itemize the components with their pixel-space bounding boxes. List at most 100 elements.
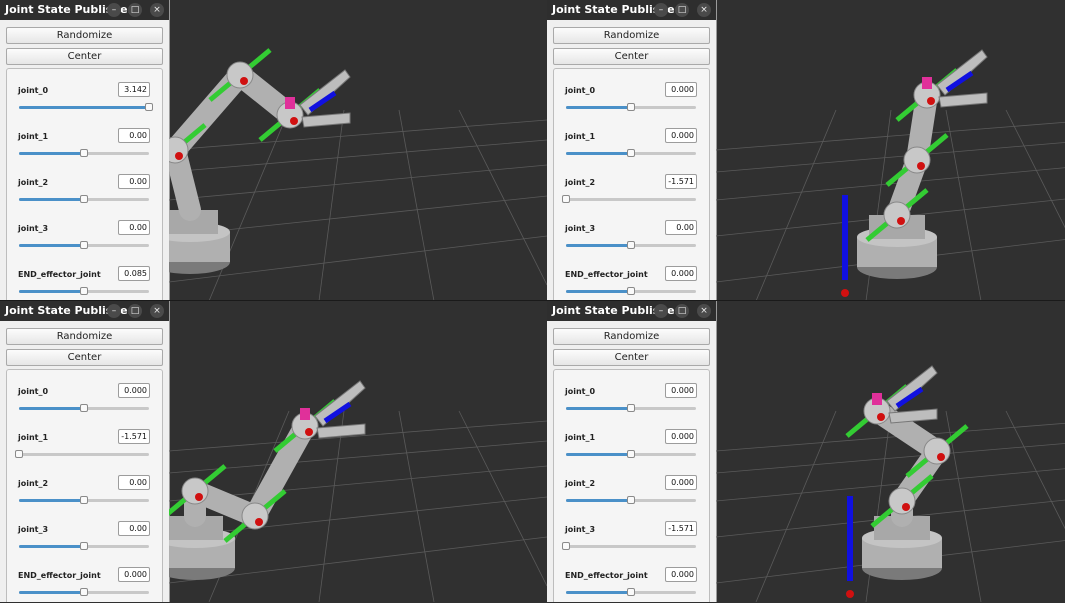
joint-value-field[interactable]: 0.000 bbox=[665, 128, 697, 143]
joint-value-field[interactable]: 0.00 bbox=[118, 475, 150, 490]
center-button[interactable]: Center bbox=[553, 48, 710, 65]
joint-value-field[interactable]: 0.085 bbox=[118, 266, 150, 281]
joint-slider[interactable] bbox=[15, 450, 149, 458]
slider-handle[interactable] bbox=[15, 450, 23, 458]
joint-slider[interactable] bbox=[19, 287, 149, 295]
slider-handle[interactable] bbox=[562, 542, 570, 550]
joint-value-field[interactable]: -1.571 bbox=[118, 429, 150, 444]
slider-handle[interactable] bbox=[80, 149, 88, 157]
rviz-3d-viewport[interactable] bbox=[169, 301, 547, 602]
minimize-icon[interactable]: – bbox=[654, 304, 668, 318]
slider-handle[interactable] bbox=[80, 287, 88, 295]
close-icon[interactable]: × bbox=[150, 304, 164, 318]
slider-handle[interactable] bbox=[627, 450, 635, 458]
randomize-button[interactable]: Randomize bbox=[6, 328, 163, 345]
joint-slider[interactable] bbox=[566, 241, 696, 249]
maximize-icon[interactable]: □ bbox=[675, 304, 689, 318]
x-axis-marker-2 bbox=[305, 428, 313, 436]
joint-row-joint_1: joint_1 0.00 bbox=[7, 128, 162, 168]
joint-slider[interactable] bbox=[19, 588, 149, 596]
joint-value-field[interactable]: 0.00 bbox=[118, 220, 150, 235]
joint-slider[interactable] bbox=[562, 542, 696, 550]
joint-slider[interactable] bbox=[566, 496, 696, 504]
minimize-icon[interactable]: – bbox=[107, 304, 121, 318]
joint-row-joint_1: joint_1 0.000 bbox=[554, 128, 709, 168]
joint-slider[interactable] bbox=[566, 287, 696, 295]
maximize-icon[interactable]: □ bbox=[128, 3, 142, 17]
window-titlebar[interactable]: Joint State Publisher – □ × bbox=[0, 0, 169, 20]
slider-handle[interactable] bbox=[627, 588, 635, 596]
joint-value-field[interactable]: 0.000 bbox=[665, 429, 697, 444]
joint-accent bbox=[300, 408, 310, 420]
minimize-icon[interactable]: – bbox=[107, 3, 121, 17]
joint-value-field[interactable]: 0.00 bbox=[665, 220, 697, 235]
joint-value-field[interactable]: 0.00 bbox=[118, 174, 150, 189]
joint-value-field[interactable]: 0.000 bbox=[118, 567, 150, 582]
randomize-button[interactable]: Randomize bbox=[553, 328, 710, 345]
slider-handle[interactable] bbox=[80, 542, 88, 550]
slider-handle[interactable] bbox=[80, 496, 88, 504]
slider-handle[interactable] bbox=[80, 588, 88, 596]
slider-fill bbox=[566, 407, 631, 410]
randomize-button[interactable]: Randomize bbox=[6, 27, 163, 44]
joint-value-field[interactable]: 0.000 bbox=[665, 266, 697, 281]
joint-value-field[interactable]: 0.00 bbox=[118, 128, 150, 143]
joint-slider[interactable] bbox=[19, 149, 149, 157]
window-titlebar[interactable]: Joint State Publisher – □ × bbox=[547, 301, 716, 321]
joint-slider[interactable] bbox=[19, 496, 149, 504]
randomize-button[interactable]: Randomize bbox=[553, 27, 710, 44]
joint-slider[interactable] bbox=[19, 404, 149, 412]
slider-handle[interactable] bbox=[80, 241, 88, 249]
slider-handle[interactable] bbox=[80, 404, 88, 412]
slider-handle[interactable] bbox=[627, 287, 635, 295]
rviz-3d-viewport[interactable] bbox=[716, 0, 1065, 301]
joint-value-field[interactable]: 0.000 bbox=[665, 475, 697, 490]
joint-value-field[interactable]: 0.000 bbox=[665, 82, 697, 97]
joint-slider[interactable] bbox=[566, 103, 696, 111]
joint-value-field[interactable]: -1.571 bbox=[665, 174, 697, 189]
joint-value-field[interactable]: -1.571 bbox=[665, 521, 697, 536]
joint-value-field[interactable]: 0.000 bbox=[665, 383, 697, 398]
slider-handle[interactable] bbox=[562, 195, 570, 203]
slider-handle[interactable] bbox=[627, 241, 635, 249]
slider-handle[interactable] bbox=[627, 404, 635, 412]
joint-slider[interactable] bbox=[562, 195, 696, 203]
joint-row-joint_3: joint_3 0.00 bbox=[554, 220, 709, 260]
minimize-icon[interactable]: – bbox=[654, 3, 668, 17]
rviz-3d-viewport[interactable] bbox=[169, 0, 547, 301]
slider-handle[interactable] bbox=[145, 103, 153, 111]
close-icon[interactable]: × bbox=[697, 304, 711, 318]
joint-value-field[interactable]: 0.000 bbox=[665, 567, 697, 582]
maximize-icon[interactable]: □ bbox=[675, 3, 689, 17]
slider-handle[interactable] bbox=[627, 149, 635, 157]
close-icon[interactable]: × bbox=[697, 3, 711, 17]
rviz-3d-viewport[interactable] bbox=[716, 301, 1065, 602]
joint-value-field[interactable]: 0.00 bbox=[118, 521, 150, 536]
slider-fill bbox=[19, 290, 84, 293]
slider-handle[interactable] bbox=[627, 496, 635, 504]
center-button[interactable]: Center bbox=[6, 349, 163, 366]
joint-slider[interactable] bbox=[566, 149, 696, 157]
window-titlebar[interactable]: Joint State Publisher – □ × bbox=[0, 301, 169, 321]
joint-slider[interactable] bbox=[19, 103, 153, 111]
window-titlebar[interactable]: Joint State Publisher – □ × bbox=[547, 0, 716, 20]
gripper-finger-upper bbox=[886, 365, 938, 412]
joint-slider-group: joint_0 3.142 joint_1 0.00 joint_2 0.00 joint_… bbox=[6, 68, 163, 301]
joint-slider[interactable] bbox=[19, 195, 149, 203]
joint-row-joint_3: joint_3 -1.571 bbox=[554, 521, 709, 561]
joint-value-field[interactable]: 3.142 bbox=[118, 82, 150, 97]
center-button[interactable]: Center bbox=[6, 48, 163, 65]
joint-slider[interactable] bbox=[566, 588, 696, 596]
joint-slider[interactable] bbox=[566, 450, 696, 458]
center-button[interactable]: Center bbox=[553, 349, 710, 366]
slider-handle[interactable] bbox=[80, 195, 88, 203]
joint-value-field[interactable]: 0.000 bbox=[118, 383, 150, 398]
joint-slider[interactable] bbox=[566, 404, 696, 412]
joint-label: joint_0 bbox=[18, 86, 49, 95]
joint-slider[interactable] bbox=[19, 542, 149, 550]
joint-slider[interactable] bbox=[19, 241, 149, 249]
maximize-icon[interactable]: □ bbox=[128, 304, 142, 318]
close-icon[interactable]: × bbox=[150, 3, 164, 17]
slider-handle[interactable] bbox=[627, 103, 635, 111]
quadrant-top-right: Joint State Publisher – □ × Randomize Ce… bbox=[547, 0, 1065, 301]
